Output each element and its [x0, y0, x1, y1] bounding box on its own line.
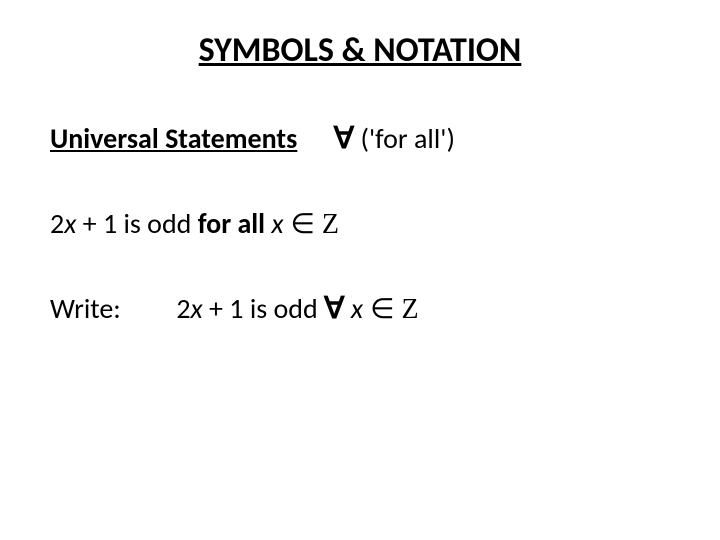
write-label: Write: — [50, 291, 170, 326]
stmt-forall-text: for all — [198, 206, 272, 241]
stmt-pre: 2 — [50, 206, 64, 241]
example-statement: 2x + 1 is odd for all x ∈ Z — [50, 206, 670, 241]
write-set: Z — [401, 294, 418, 325]
forall-label: ('for all') — [361, 121, 455, 156]
write-forall-symbol: ∀ — [324, 292, 345, 325]
subtitle-text: Universal Statements — [50, 121, 297, 156]
write-var2: x — [351, 291, 363, 326]
page-title: SYMBOLS & NOTATION — [50, 30, 670, 71]
stmt-var2: x — [271, 206, 283, 241]
write-element-of: ∈ — [363, 294, 401, 325]
subtitle-row: Universal Statements ∀ ('for all') — [50, 121, 670, 156]
write-row: Write: 2x + 1 is odd ∀ x ∈ Z — [50, 291, 670, 326]
write-var1: x — [191, 291, 203, 326]
stmt-mid: + 1 is odd — [76, 206, 197, 241]
stmt-set: Z — [322, 209, 339, 240]
forall-symbol: ∀ — [334, 122, 355, 155]
write-pre: 2 — [176, 291, 190, 326]
write-mid: + 1 is odd — [203, 291, 324, 326]
stmt-element-of: ∈ — [284, 209, 322, 240]
stmt-var1: x — [64, 206, 76, 241]
